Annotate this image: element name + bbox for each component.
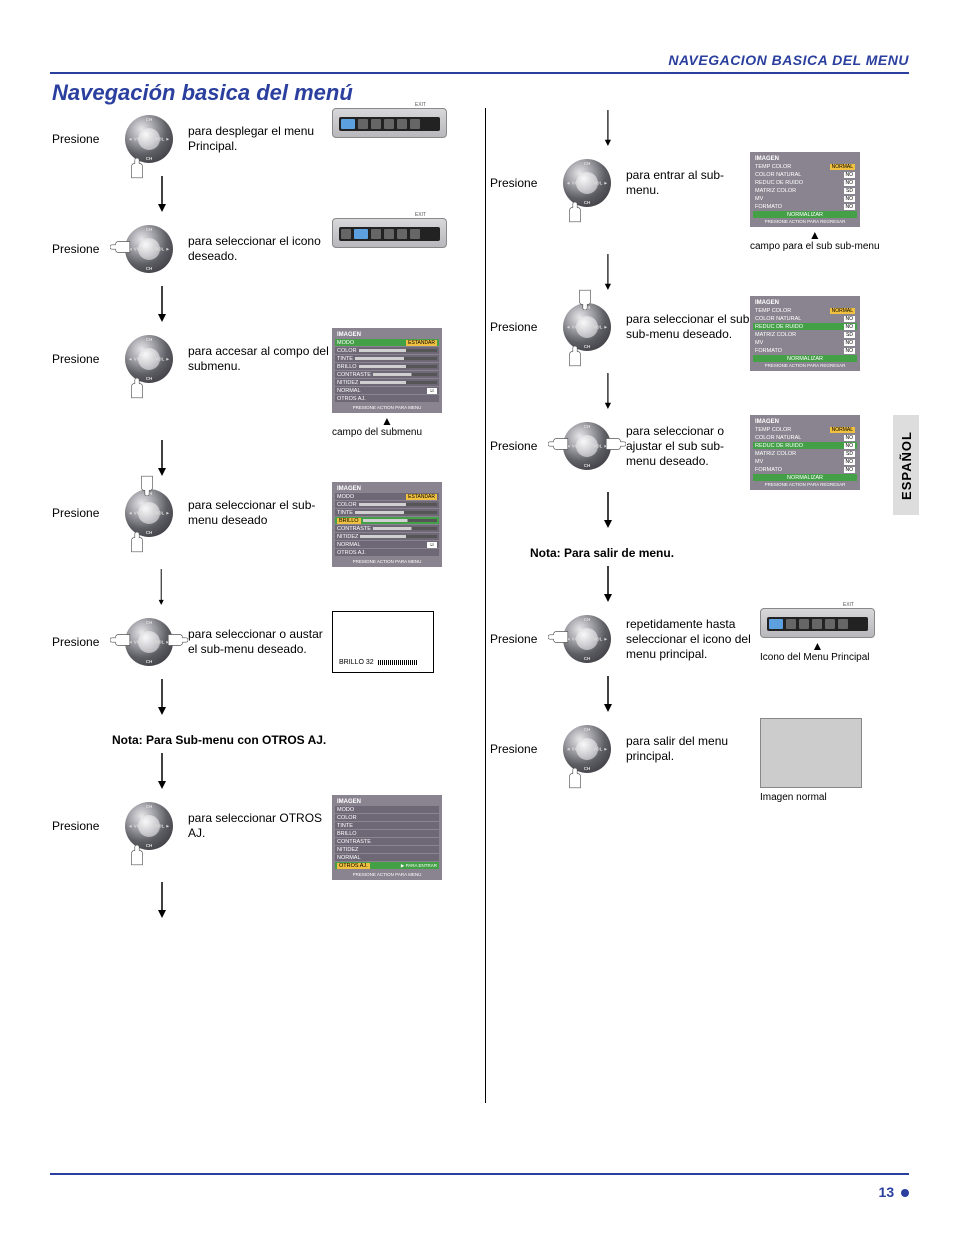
flow-arrow-icon	[114, 679, 209, 715]
section-note: Nota: Para Sub-menu con OTROS AJ.	[112, 733, 482, 747]
control-knob: ◄ VOLVOL ►CHCH	[552, 608, 622, 670]
flow-arrow-icon	[114, 882, 209, 918]
tv-device-bar: EXIT	[332, 218, 447, 248]
osd-submenu-panel: IMAGENTEMP COLORNORMALCOLOR NATURALNORED…	[750, 152, 860, 227]
running-header: NAVEGACION BASICA DEL MENU	[668, 52, 909, 68]
control-knob: ◄ VOLVOL ►CHCH	[552, 415, 622, 477]
left-column: Presione ◄ VOLVOL ►CHCH para desplegar e…	[52, 108, 488, 1103]
control-knob: ◄ VOLVOL ►CHCH	[114, 328, 184, 390]
osd-menu-panel: IMAGENMODOESTANDARCOLORTINTEBRILLOCONTRA…	[332, 482, 442, 567]
flow-arrow-icon	[114, 569, 209, 605]
blank-screen	[760, 718, 862, 788]
control-knob: ◄ VOLVOL ►CHCH	[114, 482, 184, 544]
osd-menu-panel: IMAGENMODOCOLORTINTEBRILLOCONTRASTENITID…	[332, 795, 442, 880]
flow-arrow-icon	[560, 254, 655, 290]
flow-arrow-icon	[560, 373, 655, 409]
control-knob: ◄ VOLVOL ►CHCH	[552, 296, 622, 358]
right-column: Presione ◄ VOLVOL ►CHCH para entrar al s…	[490, 108, 926, 1103]
tv-device-bar: EXIT	[332, 108, 447, 138]
footer-rule	[50, 1173, 909, 1175]
flow-arrow-icon	[560, 566, 655, 602]
control-knob: ◄ VOLVOL ►CHCH	[114, 795, 184, 857]
flow-arrow-icon	[114, 440, 209, 476]
osd-submenu-panel: IMAGENTEMP COLORNORMALCOLOR NATURALNORED…	[750, 415, 860, 490]
osd-submenu-panel: IMAGENTEMP COLORNORMALCOLOR NATURALNORED…	[750, 296, 860, 371]
section-note: Nota: Para salir de menu.	[530, 546, 920, 560]
flow-arrow-icon	[114, 286, 209, 322]
control-knob: ◄ VOLVOL ►CHCH	[114, 611, 184, 673]
step-text: para desplegar el menu Principal.	[184, 124, 332, 154]
header-rule	[50, 72, 909, 74]
page-title: Navegación basica del menú	[52, 80, 353, 106]
flow-arrow-icon	[560, 110, 655, 146]
control-knob: ◄ VOLVOL ►CHCH	[114, 218, 184, 280]
control-knob: ◄ VOLVOL ►CHCH	[552, 718, 622, 780]
control-knob: ◄ VOLVOL ►CHCH	[552, 152, 622, 214]
press-label: Presione	[52, 132, 114, 146]
osd-menu-panel: IMAGENMODOESTANDARCOLORTINTEBRILLOCONTRA…	[332, 328, 442, 413]
flow-arrow-icon	[114, 753, 209, 789]
tv-device-bar: EXIT	[760, 608, 875, 638]
flow-arrow-icon	[114, 176, 209, 212]
page-number: 13	[879, 1184, 909, 1200]
adjustment-preview: BRILLO 32	[332, 611, 434, 673]
flow-arrow-icon	[560, 492, 655, 528]
flow-arrow-icon	[560, 676, 655, 712]
control-knob: ◄ VOLVOL ►CHCH	[114, 108, 184, 170]
